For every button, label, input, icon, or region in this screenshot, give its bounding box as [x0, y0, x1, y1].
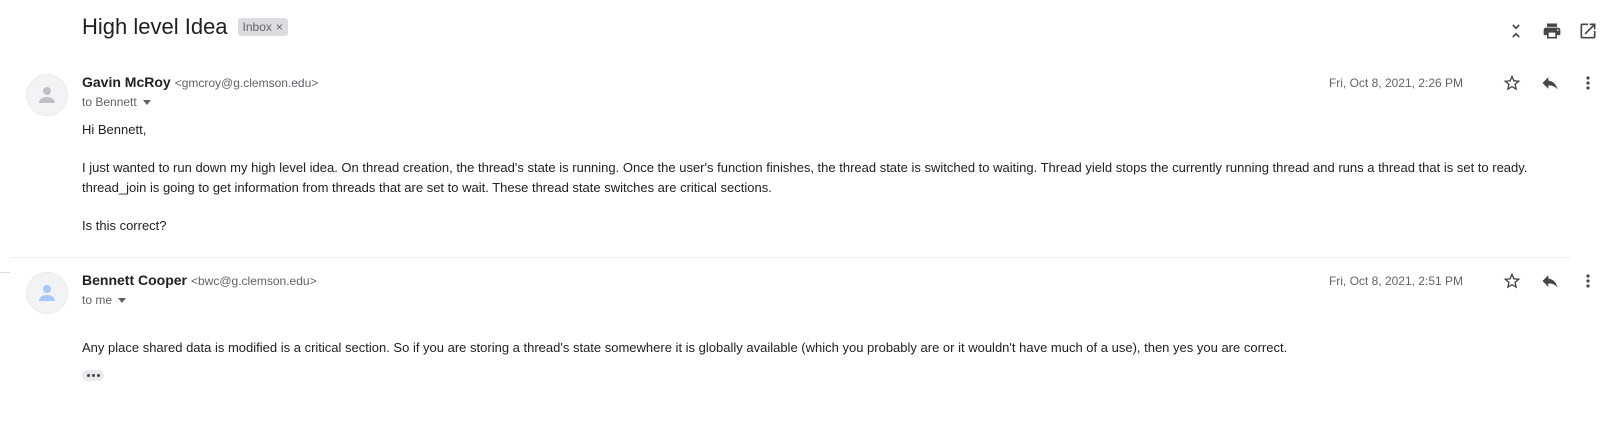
recipient-line: to me: [82, 293, 127, 307]
dot: [86, 374, 90, 377]
message-meta: Fri, Oct 8, 2021, 2:26 PM: [1329, 72, 1599, 94]
more-vert-icon[interactable]: [1577, 72, 1599, 94]
show-details-dropdown-icon[interactable]: [142, 99, 151, 105]
message-meta: Fri, Oct 8, 2021, 2:51 PM: [1329, 270, 1599, 292]
collapse-all-icon[interactable]: [1505, 20, 1527, 42]
thread-header: High level Idea Inbox ×: [82, 14, 288, 40]
message-timestamp: Fri, Oct 8, 2021, 2:51 PM: [1328, 274, 1463, 288]
sender-line: Gavin McRoy <gmcroy@g.clemson.edu>: [82, 74, 318, 90]
sender-email: <bwc@g.clemson.edu>: [191, 274, 317, 288]
show-trimmed-content-button[interactable]: [82, 370, 104, 381]
remove-label-icon[interactable]: ×: [276, 20, 283, 34]
reply-icon[interactable]: [1539, 72, 1561, 94]
side-divider-mark: [0, 272, 10, 273]
person-icon: [39, 87, 55, 103]
dot: [96, 374, 100, 377]
body-line: thread_join is going to get information …: [82, 180, 772, 195]
sender-avatar: [26, 272, 68, 314]
message-body: Hi Bennett, I just wanted to run down my…: [82, 120, 1561, 236]
message-timestamp: Fri, Oct 8, 2021, 2:26 PM: [1328, 76, 1463, 90]
body-line: I just wanted to run down my high level …: [82, 160, 1528, 175]
recipient-text: to Bennett: [82, 95, 137, 109]
sender-name[interactable]: Gavin McRoy: [82, 74, 171, 90]
thread-actions: [1505, 20, 1599, 42]
open-in-new-window-icon[interactable]: [1577, 20, 1599, 42]
print-icon[interactable]: [1541, 20, 1563, 42]
body-paragraph: I just wanted to run down my high level …: [82, 158, 1561, 198]
sender-avatar: [26, 74, 68, 116]
sender-line: Bennett Cooper <bwc@g.clemson.edu>: [82, 272, 317, 288]
star-icon[interactable]: [1501, 72, 1523, 94]
reply-icon[interactable]: [1539, 270, 1561, 292]
thread-subject: High level Idea: [82, 14, 228, 39]
person-icon: [39, 285, 55, 301]
inbox-label-chip[interactable]: Inbox ×: [237, 18, 288, 36]
message-divider: [10, 257, 1570, 258]
show-details-dropdown-icon[interactable]: [118, 297, 127, 303]
sender-name[interactable]: Bennett Cooper: [82, 272, 187, 288]
recipient-line: to Bennett: [82, 95, 151, 109]
greeting-text: Hi Bennett,: [82, 122, 147, 137]
recipient-text: to me: [82, 293, 113, 307]
dot: [91, 374, 95, 377]
body-paragraph: Any place shared data is modified is a c…: [82, 340, 1288, 355]
body-paragraph: Is this correct?: [82, 218, 167, 233]
star-icon[interactable]: [1501, 270, 1523, 292]
more-vert-icon[interactable]: [1577, 270, 1599, 292]
sender-email: <gmcroy@g.clemson.edu>: [174, 76, 319, 90]
message-body: Any place shared data is modified is a c…: [82, 338, 1561, 358]
label-text: Inbox: [242, 20, 272, 34]
